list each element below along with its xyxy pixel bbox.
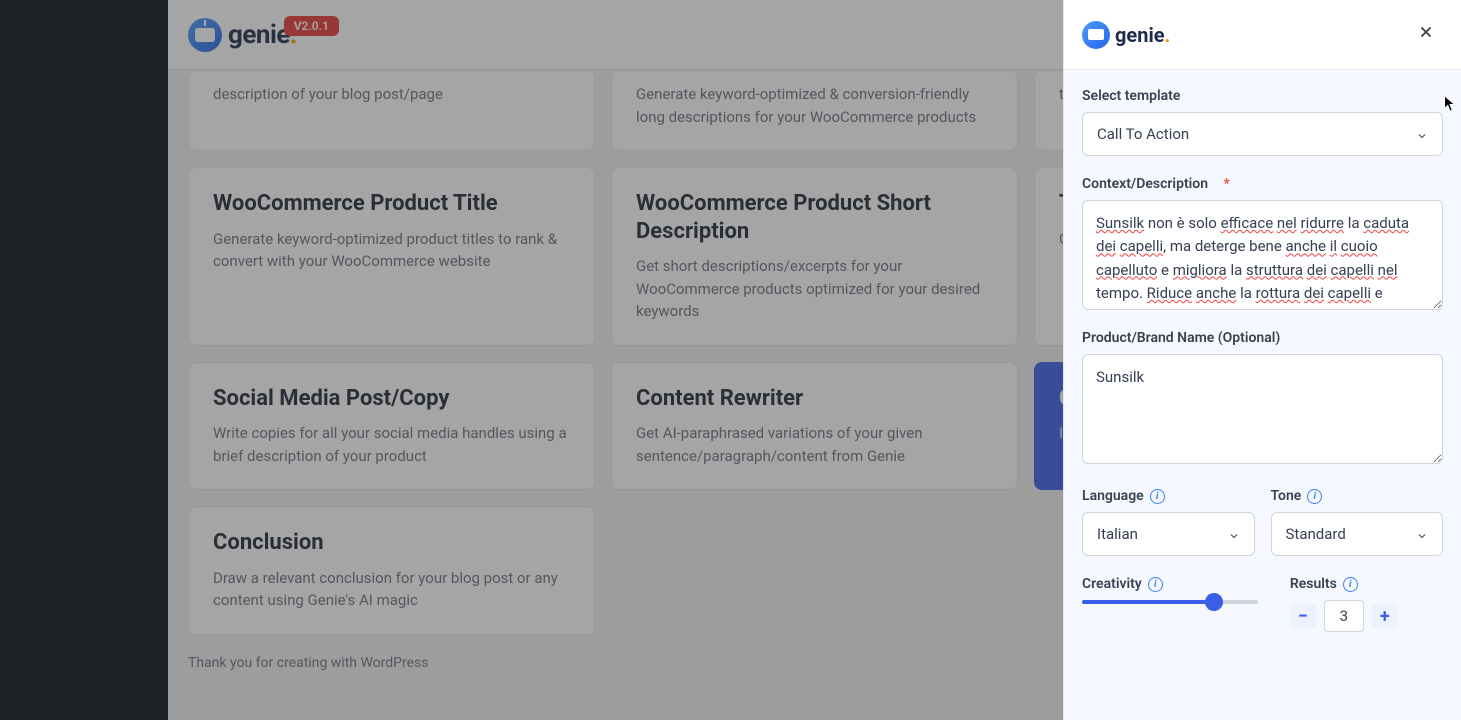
- language-select[interactable]: Italian: [1082, 512, 1255, 556]
- language-label: Language i: [1082, 488, 1255, 504]
- genie-robot-icon: [188, 18, 222, 52]
- brand-label: Product/Brand Name (Optional): [1082, 330, 1443, 346]
- card-title: WooCommerce Product Title: [213, 190, 570, 218]
- chevron-down-icon: [1416, 128, 1428, 140]
- template-card-woo-short-desc[interactable]: WooCommerce Product Short Description Ge…: [611, 167, 1018, 346]
- language-value: Italian: [1097, 525, 1138, 543]
- card-desc: description of your blog post/page: [213, 83, 570, 106]
- app-logo: genie. V2.0.1: [188, 18, 297, 52]
- creativity-slider[interactable]: [1082, 600, 1266, 604]
- required-mark: *: [1224, 176, 1230, 192]
- card-desc: Write copies for all your social media h…: [213, 422, 570, 467]
- card-title: WooCommerce Product Short Description: [636, 190, 993, 245]
- template-card-rewriter[interactable]: Content Rewriter Get AI-paraphrased vari…: [611, 362, 1018, 491]
- template-card-social[interactable]: Social Media Post/Copy Write copies for …: [188, 362, 595, 491]
- results-stepper: − +: [1290, 600, 1443, 632]
- card-desc: Get short descriptions/excerpts for your…: [636, 255, 993, 323]
- context-label: Context/Description *: [1082, 176, 1443, 192]
- template-card-woo-title[interactable]: WooCommerce Product Title Generate keywo…: [188, 167, 595, 346]
- results-input[interactable]: [1324, 600, 1364, 632]
- card-desc: Draw a relevant conclusion for your blog…: [213, 567, 570, 612]
- template-card[interactable]: Generate keyword-optimized & conversion-…: [611, 70, 1018, 151]
- increment-button[interactable]: +: [1372, 603, 1398, 629]
- brand-textarea[interactable]: [1082, 354, 1443, 464]
- context-value: Sunsilk non è solo efficace nel ridurre …: [1096, 212, 1429, 305]
- card-desc: Generate keyword-optimized & conversion-…: [636, 83, 993, 128]
- template-value: Call To Action: [1097, 125, 1189, 143]
- panel-header: genie.: [1064, 0, 1461, 70]
- tone-value: Standard: [1286, 525, 1346, 543]
- slider-thumb[interactable]: [1205, 593, 1223, 611]
- card-title: Content Rewriter: [636, 385, 993, 413]
- card-desc: Get AI-paraphrased variations of your gi…: [636, 422, 993, 467]
- card-title: Social Media Post/Copy: [213, 385, 570, 413]
- panel-body[interactable]: Select template Call To Action Context/D…: [1064, 70, 1461, 720]
- info-icon[interactable]: i: [1150, 489, 1165, 504]
- info-icon[interactable]: i: [1148, 577, 1163, 592]
- slider-fill: [1082, 600, 1214, 604]
- info-icon[interactable]: i: [1343, 577, 1358, 592]
- info-icon[interactable]: i: [1307, 489, 1322, 504]
- panel-logo-text: genie.: [1115, 23, 1170, 47]
- context-textarea[interactable]: Sunsilk non è solo efficace nel ridurre …: [1082, 200, 1443, 310]
- genie-side-panel: genie. Select template Call To Action Co…: [1063, 0, 1461, 720]
- template-card-conclusion[interactable]: Conclusion Draw a relevant conclusion fo…: [188, 506, 595, 635]
- creativity-label: Creativity i: [1082, 576, 1266, 592]
- genie-robot-icon: [1082, 21, 1110, 49]
- card-desc: Generate keyword-optimized product title…: [213, 228, 570, 273]
- decrement-button[interactable]: −: [1290, 603, 1316, 629]
- version-badge: V2.0.1: [284, 16, 339, 36]
- chevron-down-icon: [1228, 528, 1240, 540]
- panel-logo: genie.: [1082, 21, 1170, 49]
- close-button[interactable]: [1409, 18, 1443, 51]
- chevron-down-icon: [1416, 528, 1428, 540]
- tone-select[interactable]: Standard: [1271, 512, 1444, 556]
- wp-admin-sidebar[interactable]: [0, 0, 168, 720]
- template-card[interactable]: description of your blog post/page: [188, 70, 595, 151]
- tone-label: Tone i: [1271, 488, 1444, 504]
- template-label: Select template: [1082, 88, 1443, 104]
- template-select[interactable]: Call To Action: [1082, 112, 1443, 156]
- close-icon: [1417, 23, 1435, 41]
- results-label: Results i: [1290, 576, 1443, 592]
- card-title: Conclusion: [213, 529, 570, 557]
- cursor-icon: [1443, 95, 1457, 113]
